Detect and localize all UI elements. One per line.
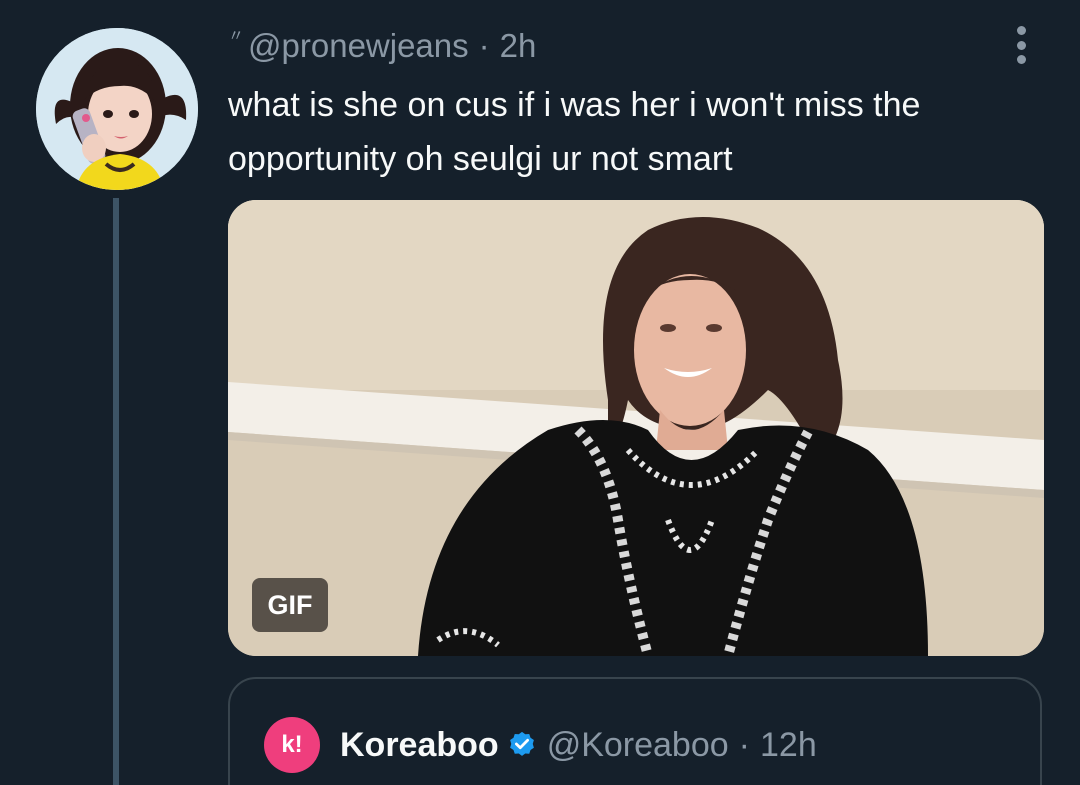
tweet-media-gif[interactable]: GIF xyxy=(228,200,1044,656)
tweet-text: what is she on cus if i was her i won't … xyxy=(228,86,921,178)
avatar-image xyxy=(36,28,198,190)
quoted-tweet-header: k! Koreaboo @Koreaboo · 12h xyxy=(264,717,817,773)
quoted-timestamp[interactable]: 12h xyxy=(760,726,817,765)
tweet: 〃 @pronewjeans · 2h what is she on cus i… xyxy=(0,0,1080,785)
header-separator: · xyxy=(478,27,490,64)
gif-badge: GIF xyxy=(252,578,328,632)
quoted-handle[interactable]: @Koreaboo xyxy=(547,726,729,765)
thread-line xyxy=(113,198,119,785)
more-options-icon[interactable] xyxy=(1004,22,1038,68)
quoted-display-name[interactable]: Koreaboo xyxy=(340,726,499,765)
user-handle[interactable]: @pronewjeans xyxy=(248,27,469,65)
quoted-separator: · xyxy=(738,725,750,764)
tweet-timestamp[interactable]: 2h xyxy=(500,27,537,65)
quoted-tweet[interactable]: k! Koreaboo @Koreaboo · 12h xyxy=(228,677,1042,785)
koreaboo-avatar[interactable]: k! xyxy=(264,717,320,773)
quill-emoji-icon: 〃 xyxy=(228,28,245,45)
tweet-header: 〃 @pronewjeans · 2h xyxy=(228,24,536,68)
verified-badge-icon xyxy=(507,730,537,760)
user-avatar[interactable] xyxy=(36,28,198,190)
gif-image xyxy=(228,200,1044,656)
